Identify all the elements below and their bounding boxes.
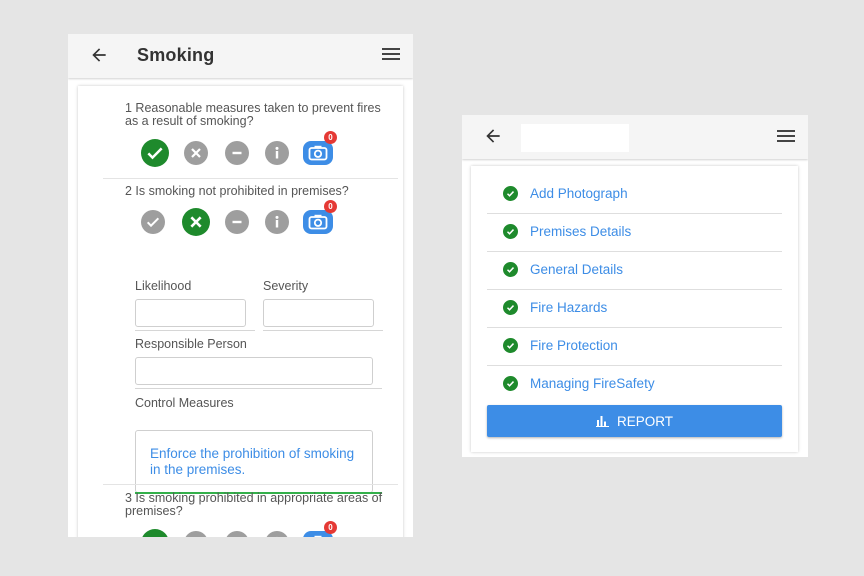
yes-check-button[interactable] — [141, 529, 169, 537]
camera-button[interactable]: 0 — [303, 131, 337, 165]
question-3-text: 3 Is smoking prohibited in appropriate a… — [125, 491, 383, 518]
page-title — [521, 124, 629, 152]
question-2-text: 2 Is smoking not prohibited in premises? — [125, 184, 349, 198]
section-item-add-photograph[interactable]: Add Photograph — [487, 176, 782, 214]
hamburger-menu-icon[interactable] — [382, 48, 400, 62]
control-measures-label: Control Measures — [135, 396, 234, 410]
no-cross-button[interactable] — [182, 208, 210, 236]
report-button[interactable]: REPORT — [487, 405, 782, 437]
info-button[interactable] — [265, 531, 289, 537]
check-circle-icon — [503, 262, 518, 277]
check-icon — [147, 147, 163, 160]
info-icon — [275, 215, 279, 228]
severity-label: Severity — [263, 279, 309, 293]
check-circle-icon — [503, 338, 518, 353]
camera-button[interactable]: 0 — [303, 200, 337, 234]
check-circle-icon — [503, 186, 518, 201]
info-button[interactable] — [265, 210, 289, 234]
no-cross-button[interactable] — [184, 531, 208, 537]
camera-icon — [308, 145, 328, 161]
app-bar — [462, 115, 808, 159]
divider — [103, 484, 398, 485]
check-icon — [146, 217, 160, 228]
yes-check-button[interactable] — [141, 210, 165, 234]
check-icon — [145, 533, 165, 537]
section-item-general-details[interactable]: General Details — [487, 252, 782, 290]
close-icon — [190, 216, 202, 228]
report-menu-screen: Add Photograph Premises Details General … — [462, 115, 808, 457]
report-button-label: REPORT — [616, 413, 673, 429]
check-circle-icon — [503, 376, 518, 391]
photo-count-badge: 0 — [324, 131, 337, 144]
photo-count-badge: 0 — [324, 521, 337, 534]
section-item-label: Managing FireSafety — [530, 376, 655, 391]
back-arrow-icon[interactable] — [89, 45, 109, 65]
responsible-person-input[interactable] — [135, 357, 373, 385]
section-list-card: Add Photograph Premises Details General … — [471, 166, 798, 452]
section-item-label: General Details — [530, 262, 624, 277]
smoking-screen: Smoking 1 Reasonable measures taken to p… — [68, 34, 413, 537]
camera-icon — [308, 214, 328, 230]
bar-chart-icon — [595, 416, 609, 427]
question-card: 1 Reasonable measures taken to prevent f… — [78, 86, 403, 537]
check-circle-icon — [503, 224, 518, 239]
likelihood-label: Likelihood — [135, 279, 192, 293]
info-icon — [276, 536, 278, 537]
camera-button[interactable]: 0 — [303, 521, 337, 537]
close-icon — [191, 148, 201, 158]
back-arrow-icon[interactable] — [483, 126, 503, 146]
responsible-underline — [135, 388, 382, 389]
section-item-label: Add Photograph — [530, 186, 628, 201]
section-item-fire-protection[interactable]: Fire Protection — [487, 328, 782, 366]
divider — [103, 178, 398, 179]
minus-icon — [232, 151, 242, 155]
severity-underline — [263, 330, 383, 331]
not-applicable-button[interactable] — [225, 210, 249, 234]
question-1-text: 1 Reasonable measures taken to prevent f… — [125, 101, 381, 128]
likelihood-underline — [135, 330, 255, 331]
app-bar: Smoking — [68, 34, 413, 78]
section-item-label: Fire Hazards — [530, 300, 608, 315]
camera-icon — [314, 535, 322, 537]
section-item-premises-details[interactable]: Premises Details — [487, 214, 782, 252]
check-circle-icon — [503, 300, 518, 315]
severity-input[interactable] — [263, 299, 374, 327]
not-applicable-button[interactable] — [225, 141, 249, 165]
yes-check-button[interactable] — [141, 139, 169, 167]
section-item-fire-hazards[interactable]: Fire Hazards — [487, 290, 782, 328]
hamburger-menu-icon[interactable] — [777, 130, 795, 144]
page-title: Smoking — [137, 45, 215, 65]
likelihood-input[interactable] — [135, 299, 246, 327]
section-item-label: Fire Protection — [530, 338, 618, 353]
info-icon — [275, 146, 279, 159]
info-button[interactable] — [265, 141, 289, 165]
photo-count-badge: 0 — [324, 200, 337, 213]
responsible-person-label: Responsible Person — [135, 337, 247, 351]
not-applicable-button[interactable] — [225, 531, 249, 537]
minus-icon — [232, 220, 242, 224]
section-item-managing-firesafety[interactable]: Managing FireSafety — [487, 366, 782, 404]
section-item-label: Premises Details — [530, 224, 632, 239]
no-cross-button[interactable] — [184, 141, 208, 165]
